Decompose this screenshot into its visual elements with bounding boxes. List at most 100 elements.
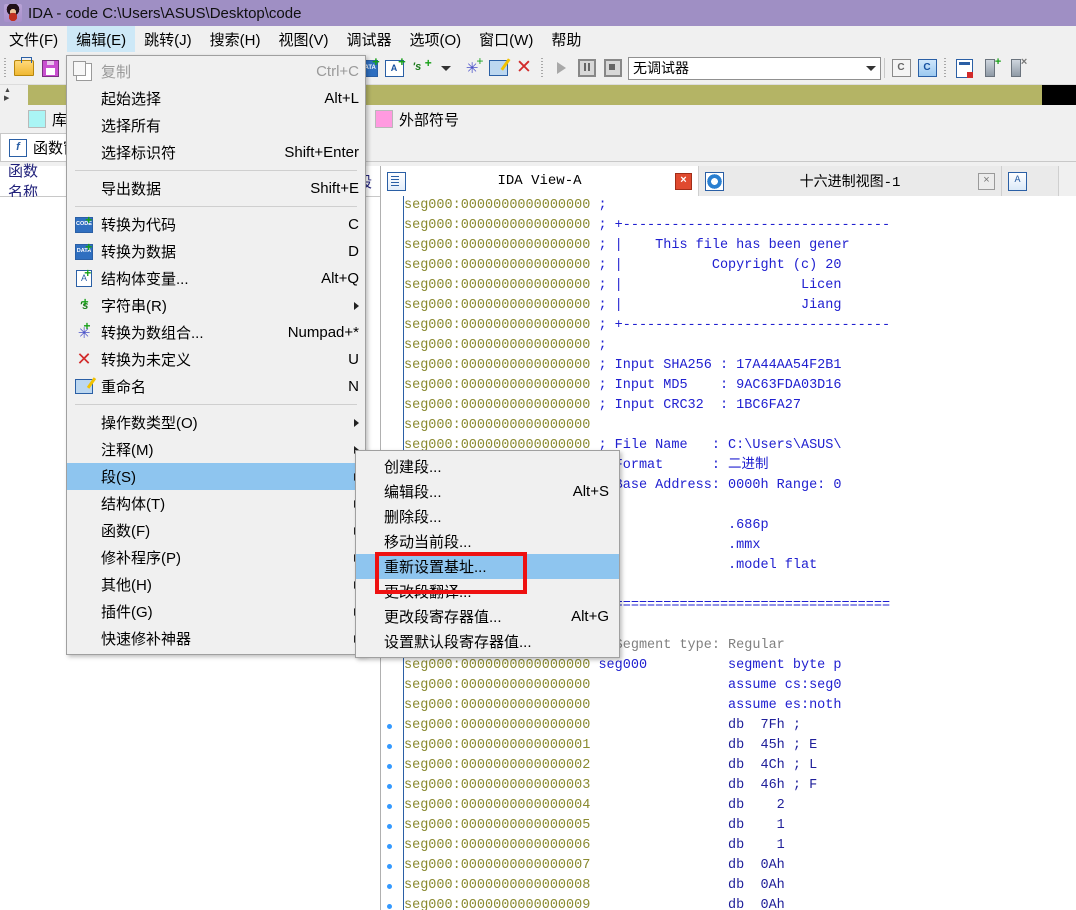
stop-icon[interactable] bbox=[601, 56, 625, 80]
breakpoint-dot-icon[interactable] bbox=[387, 724, 392, 729]
disassembly-line[interactable]: seg000:0000000000000000 ; | Copyright (c… bbox=[404, 256, 1076, 276]
nav-down-arrow-icon[interactable]: ▶ bbox=[4, 95, 9, 103]
edit-menu-item-18[interactable]: 结构体(T) bbox=[67, 490, 365, 517]
segment-menu-item-3[interactable]: 移动当前段... bbox=[356, 529, 619, 554]
edit-menu-item-11[interactable]: ✳ + 转换为数组合... Numpad+* bbox=[67, 319, 365, 346]
menubar-item-2[interactable]: 跳转(J) bbox=[135, 26, 201, 52]
disassembly-line[interactable]: seg000:0000000000000000 assume es:noth bbox=[404, 696, 1076, 716]
disassembly-line[interactable]: seg000:0000000000000005 db 1 bbox=[404, 816, 1076, 836]
edit-menu-item-23[interactable]: 快速修补神器 bbox=[67, 625, 365, 652]
edit-menu-item-13[interactable]: 重命名 N bbox=[67, 373, 365, 400]
menubar-item-8[interactable]: 帮助 bbox=[542, 26, 590, 52]
chevron-down-icon[interactable] bbox=[866, 65, 876, 71]
segment-menu-item-1[interactable]: 编辑段... Alt+S bbox=[356, 479, 619, 504]
disassembly-line[interactable]: seg000:0000000000000000 ; bbox=[404, 196, 1076, 216]
toolbar-grip[interactable] bbox=[2, 58, 9, 78]
disassembly-line[interactable]: seg000:0000000000000000 ; bbox=[404, 336, 1076, 356]
navigator-arrows[interactable]: ▲ ▶ bbox=[0, 85, 28, 105]
menubar-item-1[interactable]: 编辑(E) bbox=[67, 26, 136, 52]
disassembly-line[interactable]: seg000:0000000000000000 bbox=[404, 416, 1076, 436]
disassembly-line[interactable]: seg000:0000000000000000 ; | Licen bbox=[404, 276, 1076, 296]
view-tab-1[interactable]: 十六进制视图-1 × bbox=[699, 166, 1002, 196]
segment-menu-item-2[interactable]: 删除段... bbox=[356, 504, 619, 529]
close-x-icon[interactable]: × bbox=[675, 172, 692, 190]
toolbar-grip-4[interactable] bbox=[539, 58, 546, 78]
rename-pencil-icon[interactable] bbox=[486, 56, 510, 80]
edit-menu-item-19[interactable]: 函数(F) bbox=[67, 517, 365, 544]
segment-menu-item-4[interactable]: 重新设置基址... bbox=[356, 554, 619, 579]
menubar-item-0[interactable]: 文件(F) bbox=[0, 26, 67, 52]
breakpoint-dot-icon[interactable] bbox=[387, 884, 392, 889]
disassembly-line[interactable]: seg000:0000000000000003 db 46h ; F bbox=[404, 776, 1076, 796]
make-array-icon[interactable]: ✳ + bbox=[460, 54, 484, 80]
disassembly-line[interactable]: seg000:0000000000000000 ; +-------------… bbox=[404, 216, 1076, 236]
edit-menu-item-15[interactable]: 操作数类型(O) bbox=[67, 409, 365, 436]
menubar-item-5[interactable]: 调试器 bbox=[337, 26, 400, 52]
view-tab-2[interactable]: A bbox=[1002, 166, 1059, 196]
edit-menu-item-17[interactable]: 段(S) bbox=[67, 463, 365, 490]
pause-icon[interactable] bbox=[575, 56, 599, 80]
breakpoint-dot-icon[interactable] bbox=[387, 764, 392, 769]
nav-up-arrow-icon[interactable]: ▲ bbox=[4, 87, 11, 95]
disassembly-line[interactable]: seg000:0000000000000004 db 2 bbox=[404, 796, 1076, 816]
open-folder-icon[interactable] bbox=[12, 56, 36, 80]
edit-menu-item-20[interactable]: 修补程序(P) bbox=[67, 544, 365, 571]
view-tab-bar[interactable]: IDA View-A × 十六进制视图-1 × A bbox=[381, 166, 1076, 196]
debugger-select[interactable]: 无调试器 bbox=[628, 56, 881, 80]
play-icon[interactable] bbox=[549, 56, 573, 80]
edit-menu-item-12[interactable]: ✕ 转换为未定义 U bbox=[67, 346, 365, 373]
breakpoint-dot-icon[interactable] bbox=[387, 804, 392, 809]
disassembly-line[interactable]: seg000:0000000000000000 ; Input SHA256 :… bbox=[404, 356, 1076, 376]
disassembly-line[interactable]: seg000:0000000000000008 db 0Ah bbox=[404, 876, 1076, 896]
decompile-icon[interactable]: C bbox=[889, 56, 913, 80]
edit-menu-item-5[interactable]: 导出数据 Shift+E bbox=[67, 175, 365, 202]
breakpoint-add-icon[interactable]: + bbox=[978, 56, 1002, 80]
disassembly-line[interactable]: seg000:0000000000000000 ; | Jiang bbox=[404, 296, 1076, 316]
close-x-icon[interactable]: × bbox=[978, 172, 995, 190]
disassembly-line[interactable]: seg000:0000000000000007 db 0Ah bbox=[404, 856, 1076, 876]
decompile-active-icon[interactable]: C bbox=[915, 56, 939, 80]
edit-menu-item-22[interactable]: 插件(G) bbox=[67, 598, 365, 625]
disassembly-line[interactable]: seg000:0000000000000001 db 45h ; E bbox=[404, 736, 1076, 756]
disassembly-line[interactable]: seg000:0000000000000000 ; Input MD5 : 9A… bbox=[404, 376, 1076, 396]
make-struct-icon[interactable]: A + bbox=[382, 55, 406, 80]
breakpoint-dot-icon[interactable] bbox=[387, 904, 392, 909]
segment-submenu[interactable]: 创建段... 编辑段... Alt+S 删除段... 移动当前段... 重新设置基址...… bbox=[355, 450, 620, 658]
edit-menu-item-3[interactable]: 选择标识符 Shift+Enter bbox=[67, 139, 365, 166]
edit-menu-item-0[interactable]: 复制 Ctrl+C bbox=[67, 58, 365, 85]
menubar[interactable]: 文件(F) 编辑(E) 跳转(J) 搜索(H) 视图(V) 调试器 选项(O) 窗口(W) 帮助 bbox=[0, 26, 1076, 52]
menubar-item-7[interactable]: 窗口(W) bbox=[470, 26, 542, 52]
save-disk-icon[interactable] bbox=[38, 56, 62, 80]
edit-menu-item-2[interactable]: 选择所有 bbox=[67, 112, 365, 139]
menubar-item-3[interactable]: 搜索(H) bbox=[201, 26, 270, 52]
toolbar-grip-5[interactable] bbox=[942, 58, 949, 78]
breakpoint-del-icon[interactable]: × bbox=[1004, 56, 1028, 80]
breakpoint-dot-icon[interactable] bbox=[387, 824, 392, 829]
navigator-tail-range[interactable] bbox=[1042, 85, 1076, 105]
view-tab-0[interactable]: IDA View-A × bbox=[381, 166, 699, 196]
segment-menu-item-6[interactable]: 更改段寄存器值... Alt+G bbox=[356, 604, 619, 629]
disassembly-line[interactable]: seg000:0000000000000000 seg000 segment b… bbox=[404, 656, 1076, 676]
edit-menu-item-16[interactable]: 注释(M) bbox=[67, 436, 365, 463]
make-string-icon[interactable]: 's + bbox=[408, 56, 432, 80]
column-header-name[interactable]: 函数名称 bbox=[0, 160, 49, 202]
edit-dropdown-menu[interactable]: 复制 Ctrl+C 起始选择 Alt+L 选择所有 选择标识符 Shift+Enter 导出数… bbox=[66, 55, 366, 655]
disassembly-line[interactable]: seg000:0000000000000000 ; | This file ha… bbox=[404, 236, 1076, 256]
undefine-x-icon[interactable]: ✕ bbox=[512, 56, 536, 80]
doc-red-icon[interactable] bbox=[952, 56, 976, 80]
disassembly-line[interactable]: seg000:0000000000000009 db 0Ah bbox=[404, 896, 1076, 910]
chevron-down-icon[interactable] bbox=[434, 56, 458, 80]
disassembly-line[interactable]: seg000:0000000000000006 db 1 bbox=[404, 836, 1076, 856]
segment-menu-item-5[interactable]: 更改段翻译... bbox=[356, 579, 619, 604]
disassembly-line[interactable]: seg000:0000000000000000 assume cs:seg0 bbox=[404, 676, 1076, 696]
segment-menu-item-7[interactable]: 设置默认段寄存器值... bbox=[356, 629, 619, 654]
segment-menu-item-0[interactable]: 创建段... bbox=[356, 454, 619, 479]
edit-menu-item-10[interactable]: 's + 字符串(R) bbox=[67, 292, 365, 319]
edit-menu-item-7[interactable]: CODE + 转换为代码 C bbox=[67, 211, 365, 238]
edit-menu-item-21[interactable]: 其他(H) bbox=[67, 571, 365, 598]
breakpoint-dot-icon[interactable] bbox=[387, 744, 392, 749]
edit-menu-item-1[interactable]: 起始选择 Alt+L bbox=[67, 85, 365, 112]
disassembly-line[interactable]: seg000:0000000000000000 db 7Fh ; bbox=[404, 716, 1076, 736]
disassembly-line[interactable]: seg000:0000000000000000 ; +-------------… bbox=[404, 316, 1076, 336]
edit-menu-item-9[interactable]: A + 结构体变量... Alt+Q bbox=[67, 265, 365, 292]
